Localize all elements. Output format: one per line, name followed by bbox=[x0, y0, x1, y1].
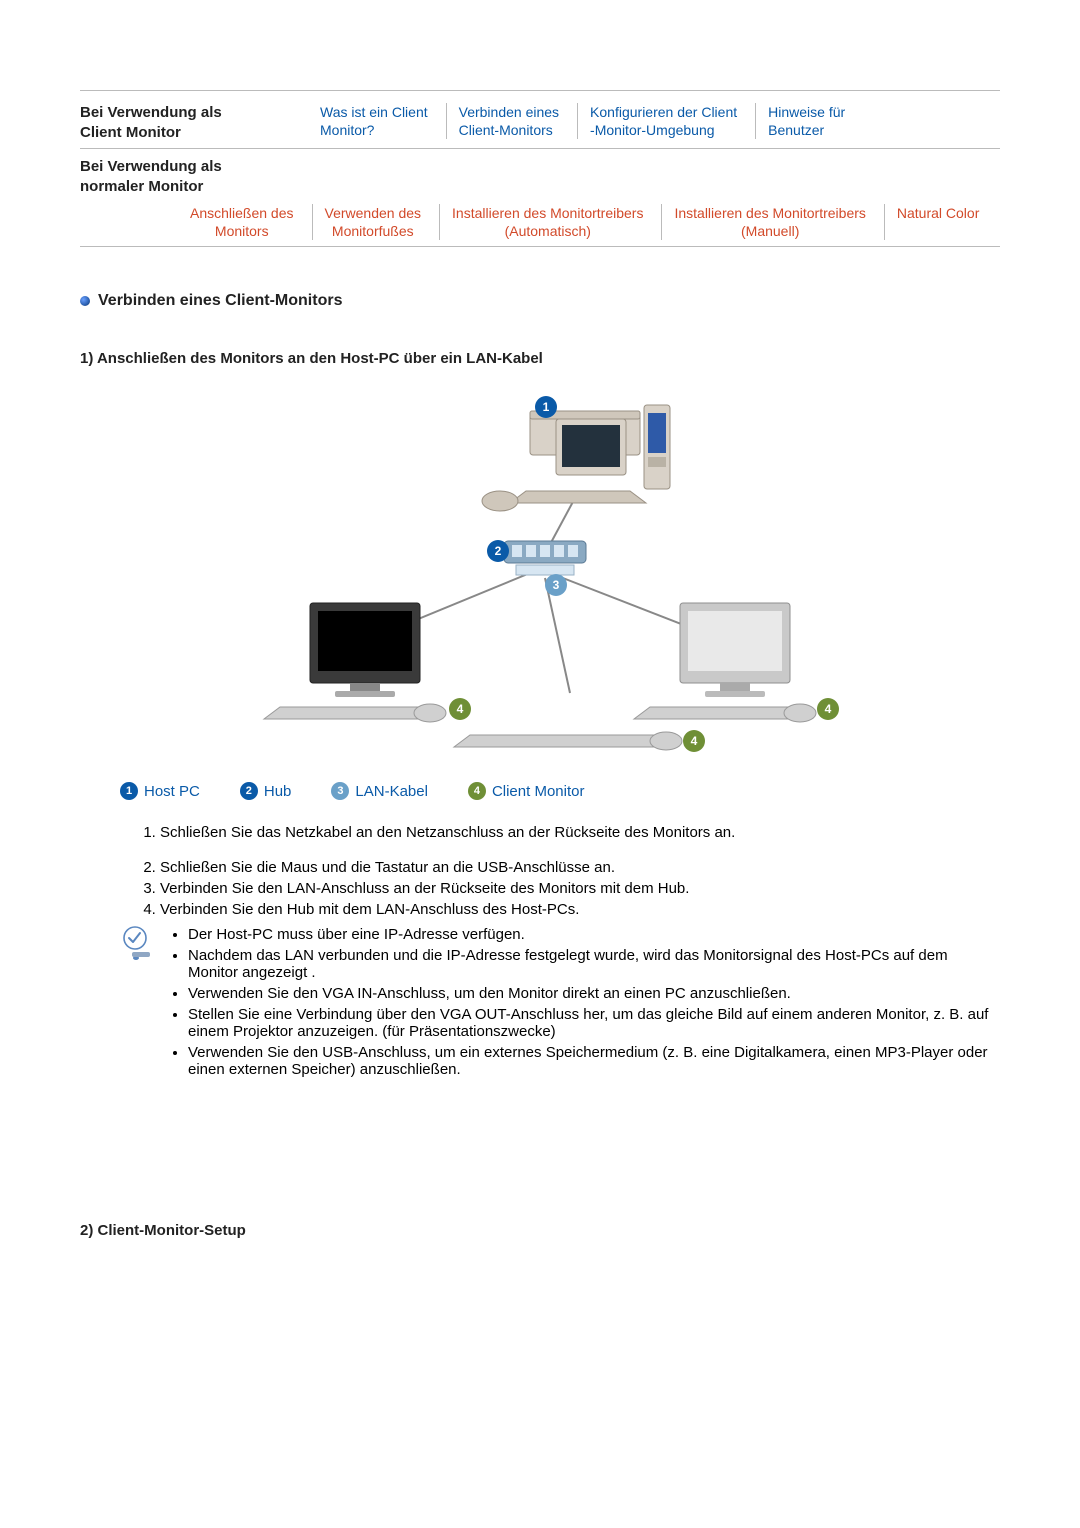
tab-install-driver-auto[interactable]: Installieren des Monitortreibers (Automa… bbox=[439, 204, 643, 240]
tab-connect-monitor[interactable]: Anschließen des Monitors bbox=[190, 204, 294, 240]
svg-text:4: 4 bbox=[691, 734, 698, 748]
note-block: Der Host-PC muss über eine IP-Adresse ve… bbox=[120, 926, 1000, 1082]
badge-4-icon: 4 bbox=[468, 782, 486, 800]
instruction-steps: Schließen Sie das Netzkabel an den Netza… bbox=[120, 824, 1000, 918]
tab-install-driver-manual[interactable]: Installieren des Monitortreibers (Manuel… bbox=[661, 204, 865, 240]
legend-lan-cable: 3 LAN-Kabel bbox=[331, 782, 428, 800]
badge-1-icon: 1 bbox=[120, 782, 138, 800]
tab-configure-client-env[interactable]: Konfigurieren der Client -Monitor-Umgebu… bbox=[577, 103, 737, 139]
tab-use-monitor-stand[interactable]: Verwenden des Monitorfußes bbox=[312, 204, 422, 240]
svg-text:1: 1 bbox=[543, 400, 550, 414]
tab-user-notes[interactable]: Hinweise für Benutzer bbox=[755, 103, 845, 139]
badge-2-icon: 2 bbox=[240, 782, 258, 800]
legend-label: Host PC bbox=[144, 783, 200, 800]
divider-top bbox=[80, 90, 1000, 91]
legend-client-monitor: 4 Client Monitor bbox=[468, 782, 585, 800]
list-item: Stellen Sie eine Verbindung über den VGA… bbox=[188, 1006, 1000, 1040]
list-item: Verwenden Sie den USB-Anschluss, um ein … bbox=[188, 1044, 1000, 1078]
svg-text:4: 4 bbox=[825, 702, 832, 716]
legend-hub: 2 Hub bbox=[240, 782, 292, 800]
subheading-1: 1) Anschließen des Monitors an den Host-… bbox=[80, 350, 1000, 367]
check-icon bbox=[120, 926, 156, 1082]
list-item: Schließen Sie das Netzkabel an den Netza… bbox=[160, 824, 1000, 841]
legend-host-pc: 1 Host PC bbox=[120, 782, 200, 800]
divider bbox=[80, 246, 1000, 247]
row-label-client: Bei Verwendung als Client Monitor bbox=[80, 103, 320, 142]
svg-text:3: 3 bbox=[553, 578, 560, 592]
badge-3-icon: 3 bbox=[331, 782, 349, 800]
tab-what-is-client-monitor[interactable]: Was ist ein Client Monitor? bbox=[320, 103, 428, 139]
connection-diagram: 1 2 3 bbox=[80, 383, 1000, 768]
legend-label: Hub bbox=[264, 783, 292, 800]
tab-connect-client-monitor[interactable]: Verbinden eines Client-Monitors bbox=[446, 103, 559, 139]
list-item: Verbinden Sie den Hub mit dem LAN-Anschl… bbox=[160, 901, 1000, 918]
list-item: Nachdem das LAN verbunden und die IP-Adr… bbox=[188, 947, 1000, 981]
svg-text:4: 4 bbox=[457, 702, 464, 716]
row-label-normal: Bei Verwendung als normaler Monitor bbox=[80, 157, 320, 196]
nav-row-normal-monitor: Anschließen des Monitors Verwenden des M… bbox=[80, 198, 1000, 246]
diagram-legend: 1 Host PC 2 Hub 3 LAN-Kabel 4 Client Mon… bbox=[120, 782, 1000, 800]
section-heading: Verbinden eines Client-Monitors bbox=[80, 292, 1000, 310]
list-item: Verbinden Sie den LAN-Anschluss an der R… bbox=[160, 880, 1000, 897]
svg-text:2: 2 bbox=[495, 544, 502, 558]
list-item: Der Host-PC muss über eine IP-Adresse ve… bbox=[188, 926, 1000, 943]
legend-label: Client Monitor bbox=[492, 783, 585, 800]
section-heading-text: Verbinden eines Client-Monitors bbox=[98, 292, 342, 310]
tab-natural-color[interactable]: Natural Color bbox=[884, 204, 979, 240]
bullet-icon bbox=[80, 296, 90, 306]
nav-row-client-monitor: Bei Verwendung als Client Monitor Was is… bbox=[80, 97, 1000, 148]
subheading-2: 2) Client-Monitor-Setup bbox=[80, 1222, 1000, 1239]
legend-label: LAN-Kabel bbox=[355, 783, 428, 800]
list-item: Schließen Sie die Maus und die Tastatur … bbox=[160, 859, 1000, 876]
list-item: Verwenden Sie den VGA IN-Anschluss, um d… bbox=[188, 985, 1000, 1002]
note-bullets: Der Host-PC muss über eine IP-Adresse ve… bbox=[170, 926, 1000, 1082]
